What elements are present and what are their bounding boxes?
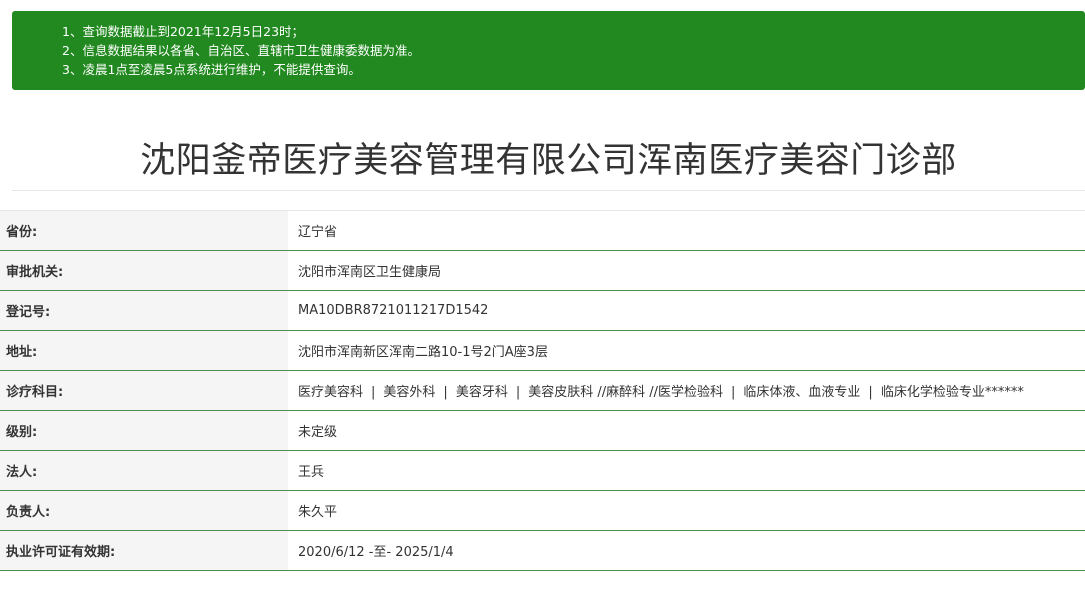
authority-label: 审批机关: [0, 250, 288, 291]
subject-separator: | [868, 385, 873, 400]
legal-person-label: 法人: [0, 450, 288, 491]
person-in-charge-value: 朱久平 [288, 490, 1085, 531]
level-label: 级别: [0, 410, 288, 451]
subject-item: 临床体液、血液专业 [743, 385, 861, 400]
page-title: 沈阳釜帝医疗美容管理有限公司浑南医疗美容门诊部 [140, 141, 957, 181]
table-row: 级别: 未定级 [0, 410, 1085, 451]
subject-item: 美容皮肤科 //麻醉科 //医学检验科 [528, 385, 724, 400]
subject-item: 临床化学检验专业****** [880, 385, 1024, 400]
table-row: 地址: 沈阳市浑南新区浑南二路10-1号2门A座3层 [0, 330, 1085, 371]
table-row: 诊疗科目: 医疗美容科 | 美容外科 | 美容牙科 | 美容皮肤科 //麻醉科 //医学检验… [0, 370, 1085, 411]
info-table: 省份: 辽宁省 审批机关: 沈阳市浑南区卫生健康局 登记号: MA10DBR87… [0, 210, 1085, 571]
notice-banner: 1、查询数据截止到2021年12月5日23时； 2、信息数据结果以各省、自治区、… [12, 11, 1085, 90]
table-row: 执业许可证有效期: 2020/6/12 -至- 2025/1/4 [0, 530, 1085, 571]
address-value: 沈阳市浑南新区浑南二路10-1号2门A座3层 [288, 330, 1085, 371]
validity-label: 执业许可证有效期: [0, 530, 288, 571]
title-section: 沈阳釜帝医疗美容管理有限公司浑南医疗美容门诊部 [12, 90, 1085, 191]
table-row: 法人: 王兵 [0, 450, 1085, 491]
province-label: 省份: [0, 210, 288, 251]
subject-separator: | [731, 385, 736, 400]
level-value: 未定级 [288, 410, 1085, 451]
address-label: 地址: [0, 330, 288, 371]
province-value: 辽宁省 [288, 210, 1085, 251]
subjects-label: 诊疗科目: [0, 370, 288, 411]
subjects-value: 医疗美容科 | 美容外科 | 美容牙科 | 美容皮肤科 //麻醉科 //医学检验科 | 临床体液… [288, 370, 1085, 411]
person-in-charge-label: 负责人: [0, 490, 288, 531]
table-row: 负责人: 朱久平 [0, 490, 1085, 531]
notice-line: 3、凌晨1点至凌晨5点系统进行维护，不能提供查询。 [62, 62, 361, 77]
subject-separator: | [515, 385, 521, 400]
table-row: 审批机关: 沈阳市浑南区卫生健康局 [0, 250, 1085, 291]
notice-line: 1、查询数据截止到2021年12月5日23时； [62, 24, 305, 39]
table-row: 省份: 辽宁省 [0, 210, 1085, 251]
subject-separator: | [371, 385, 376, 400]
authority-value: 沈阳市浑南区卫生健康局 [288, 250, 1085, 291]
subject-separator: | [443, 385, 448, 400]
legal-person-value: 王兵 [288, 450, 1085, 491]
subject-item: 美容外科 [383, 385, 436, 400]
reg-no-value: MA10DBR8721011217D1542 [288, 290, 1085, 331]
validity-value: 2020/6/12 -至- 2025/1/4 [288, 530, 1085, 571]
subject-item: 医疗美容科 [298, 385, 364, 400]
notice-line: 2、信息数据结果以各省、自治区、直辖市卫生健康委数据为准。 [62, 43, 420, 58]
reg-no-label: 登记号: [0, 290, 288, 331]
table-row: 登记号: MA10DBR8721011217D1542 [0, 290, 1085, 331]
subject-item: 美容牙科 [455, 385, 508, 400]
